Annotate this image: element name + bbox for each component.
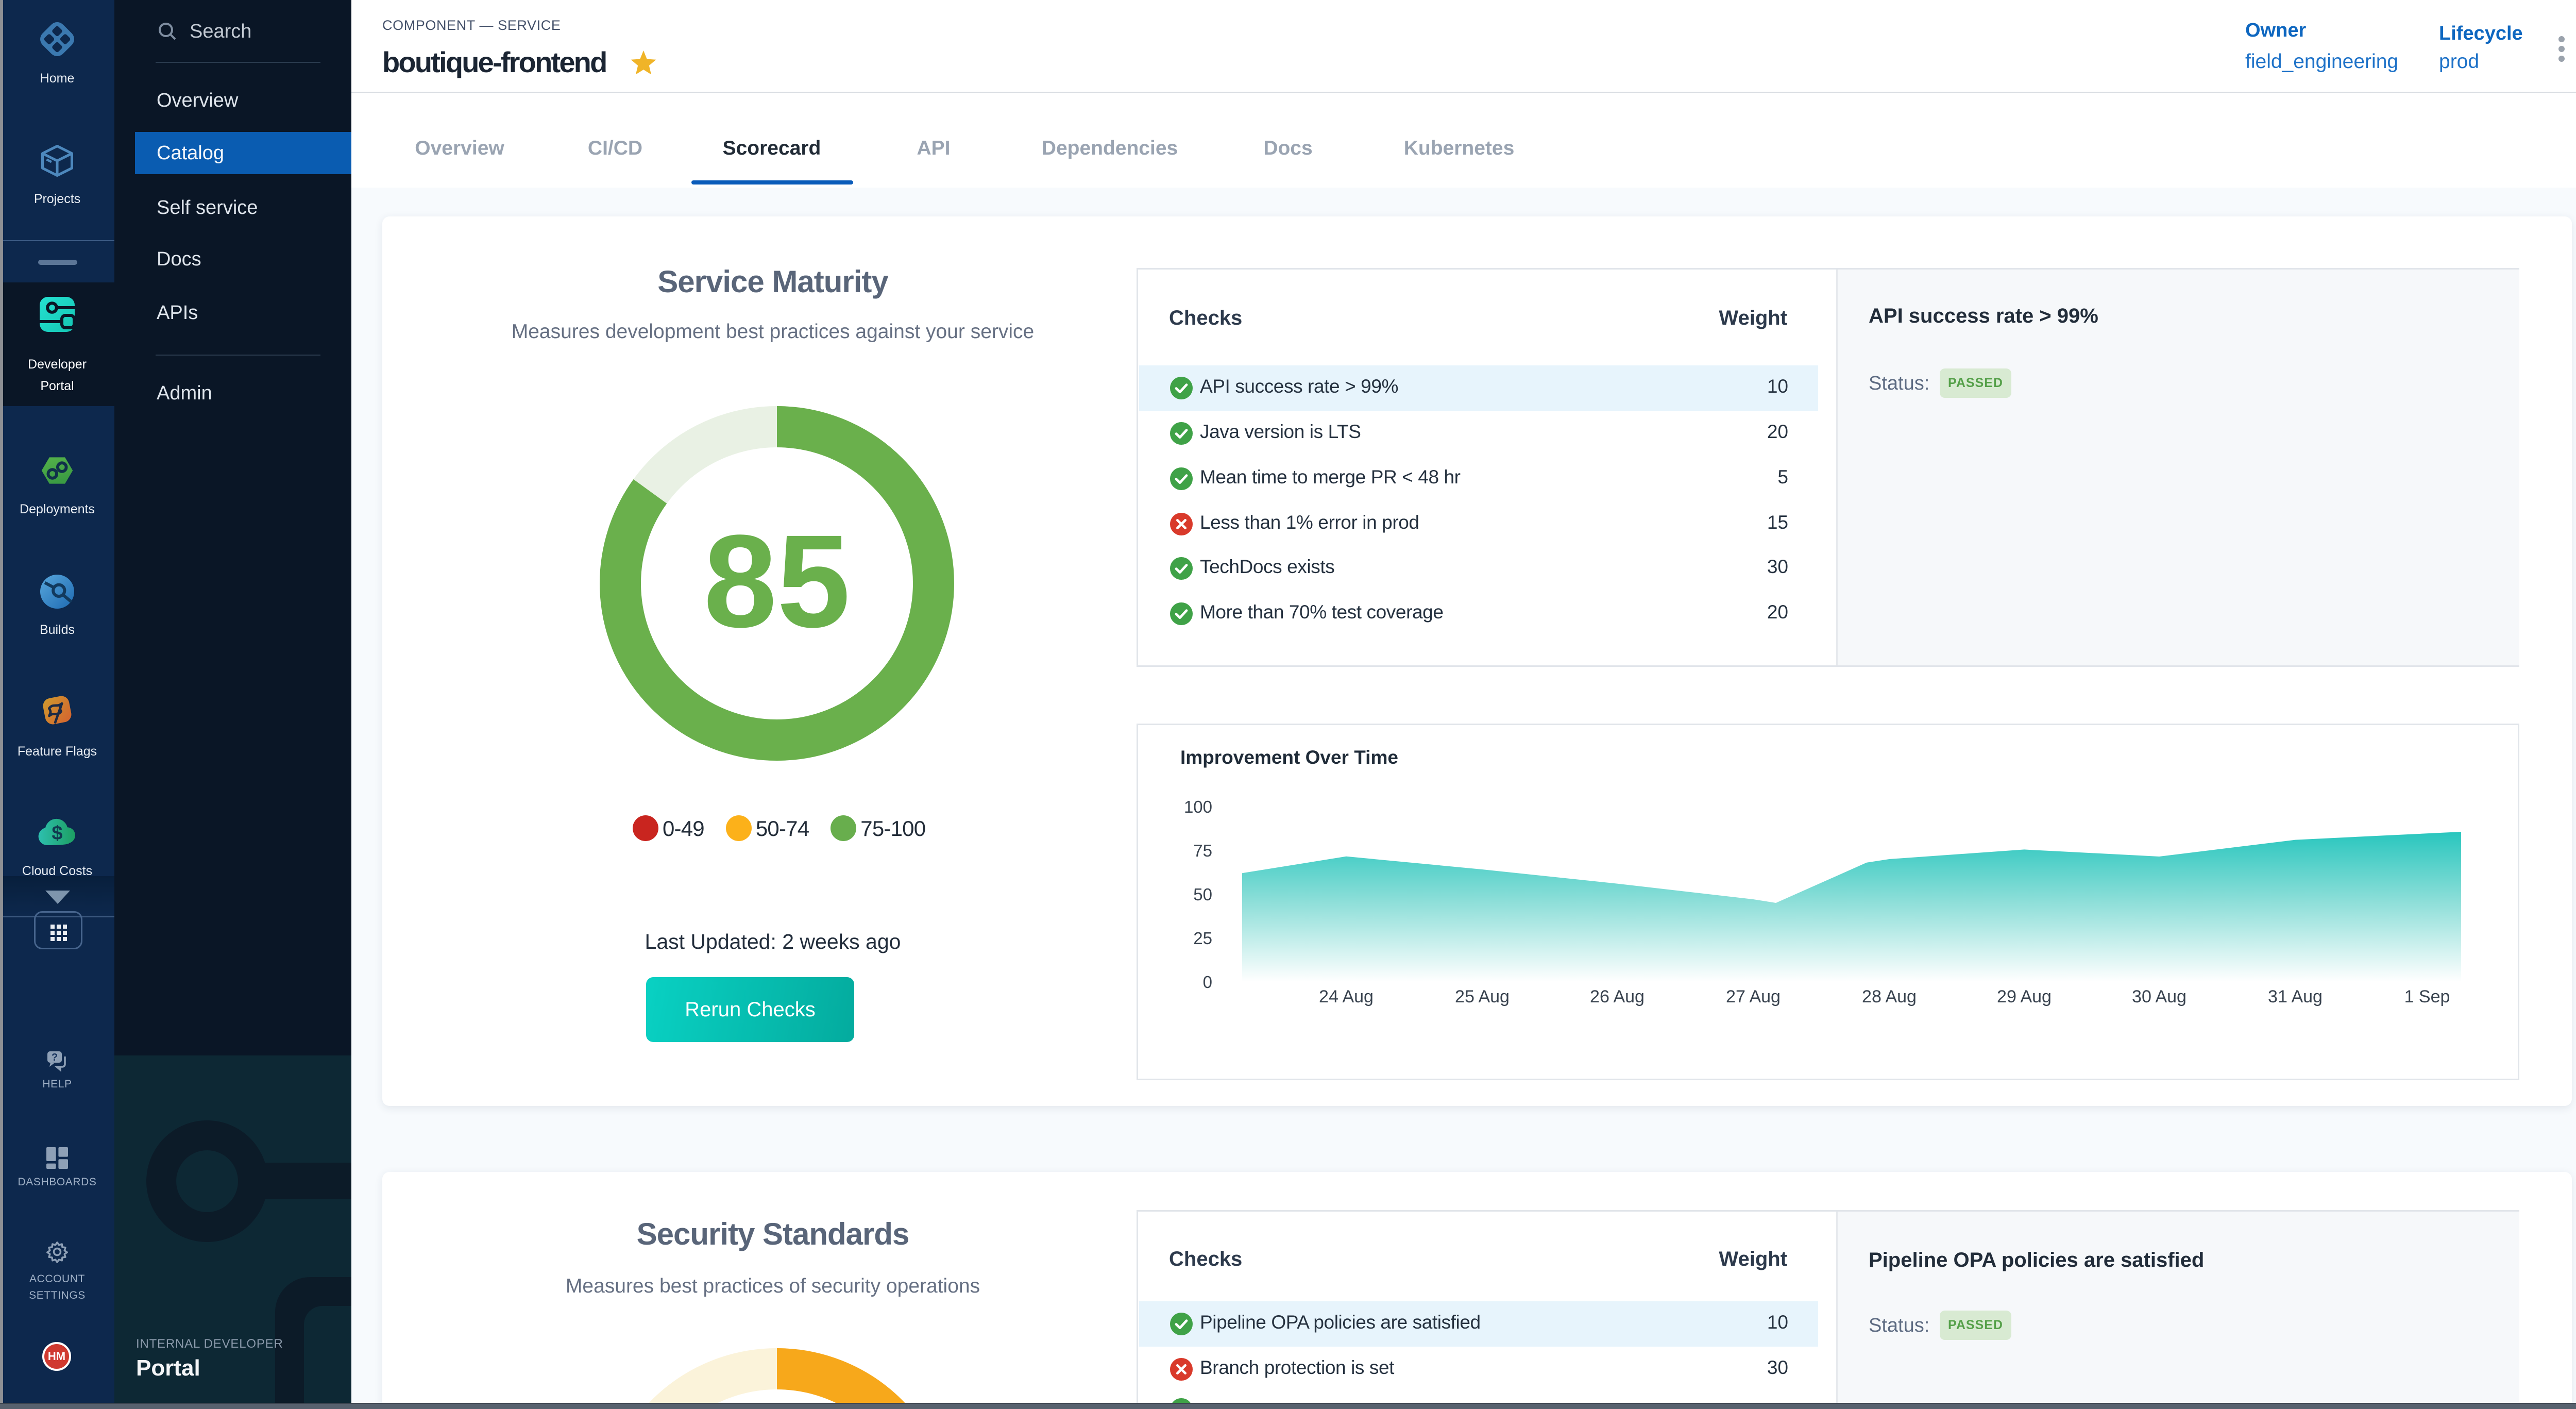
svg-text:?: ? bbox=[52, 1052, 58, 1063]
svg-text:$: $ bbox=[52, 823, 62, 844]
svg-text:85: 85 bbox=[704, 508, 851, 655]
